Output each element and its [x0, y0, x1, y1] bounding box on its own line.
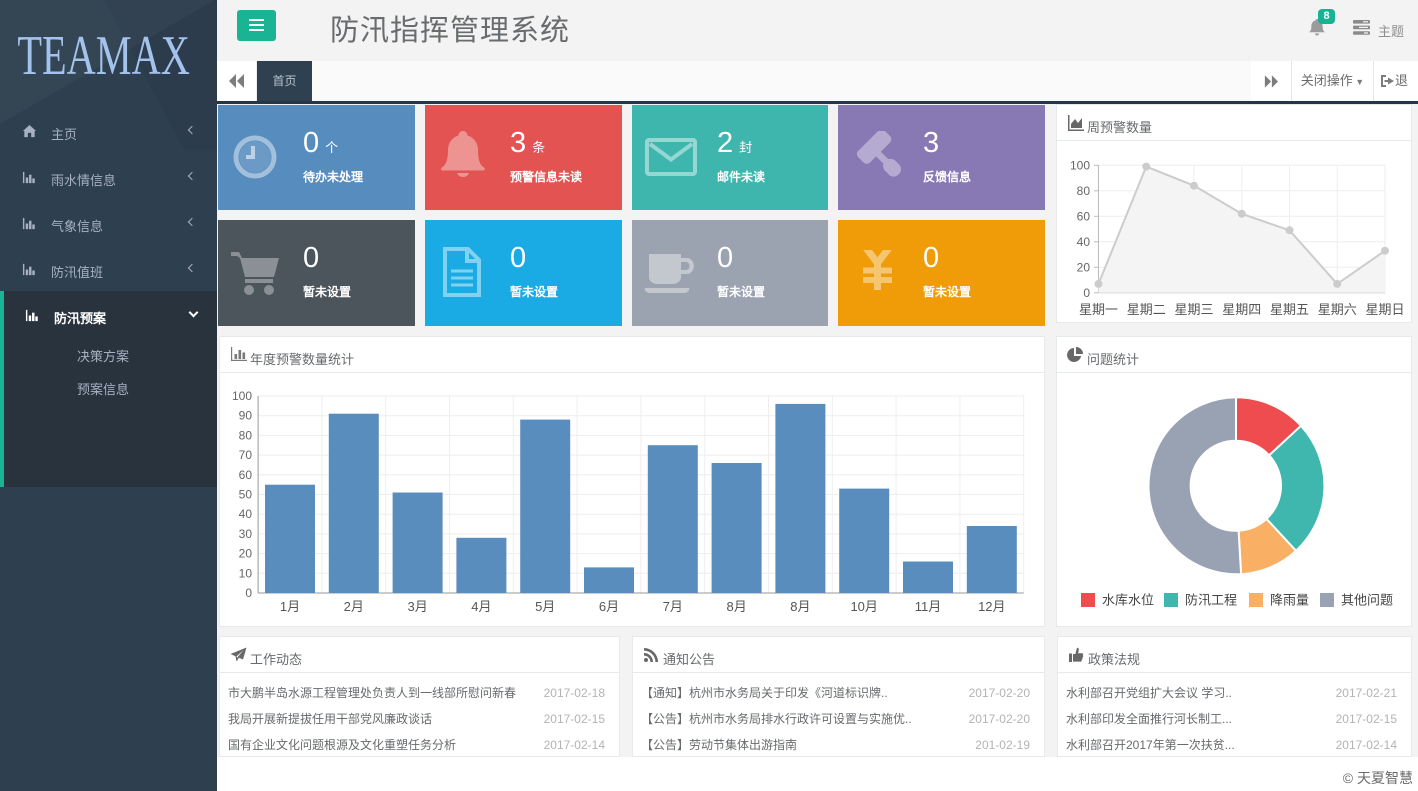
svg-text:12月: 12月 — [978, 599, 1005, 614]
svg-text:0: 0 — [245, 586, 252, 600]
svg-text:星期日: 星期日 — [1365, 302, 1404, 317]
svg-text:10月: 10月 — [850, 599, 877, 614]
svg-text:星期四: 星期四 — [1222, 302, 1261, 317]
svg-text:其他问题: 其他问题 — [1341, 593, 1393, 608]
svg-text:2月: 2月 — [344, 599, 364, 614]
svg-text:降雨量: 降雨量 — [1270, 593, 1309, 608]
svg-text:水库水位: 水库水位 — [1102, 593, 1154, 608]
svg-text:100: 100 — [1070, 158, 1090, 172]
svg-text:5月: 5月 — [535, 599, 555, 614]
svg-text:80: 80 — [239, 428, 253, 442]
svg-text:8月: 8月 — [790, 599, 810, 614]
svg-text:7月: 7月 — [663, 599, 683, 614]
svg-text:10: 10 — [239, 566, 253, 580]
svg-text:6月: 6月 — [599, 599, 619, 614]
svg-text:星期一: 星期一 — [1079, 302, 1118, 317]
svg-text:80: 80 — [1077, 184, 1091, 198]
svg-text:8月: 8月 — [726, 599, 746, 614]
svg-text:40: 40 — [239, 507, 253, 521]
svg-text:100: 100 — [232, 389, 252, 403]
svg-text:防汛工程: 防汛工程 — [1185, 593, 1237, 608]
svg-text:1月: 1月 — [280, 599, 300, 614]
svg-text:50: 50 — [239, 488, 253, 502]
svg-text:20: 20 — [1077, 260, 1091, 274]
svg-text:70: 70 — [239, 448, 253, 462]
svg-text:20: 20 — [239, 547, 253, 561]
svg-text:3月: 3月 — [407, 599, 427, 614]
svg-text:星期五: 星期五 — [1270, 302, 1309, 317]
svg-text:0: 0 — [1083, 286, 1090, 300]
svg-text:90: 90 — [239, 409, 253, 423]
svg-text:4月: 4月 — [471, 599, 491, 614]
svg-text:40: 40 — [1077, 235, 1091, 249]
svg-text:星期二: 星期二 — [1127, 302, 1166, 317]
svg-text:星期六: 星期六 — [1318, 302, 1357, 317]
svg-text:11月: 11月 — [915, 599, 942, 614]
svg-text:60: 60 — [1077, 209, 1091, 223]
svg-text:星期三: 星期三 — [1174, 302, 1213, 317]
svg-text:30: 30 — [239, 527, 253, 541]
svg-text:60: 60 — [239, 468, 253, 482]
